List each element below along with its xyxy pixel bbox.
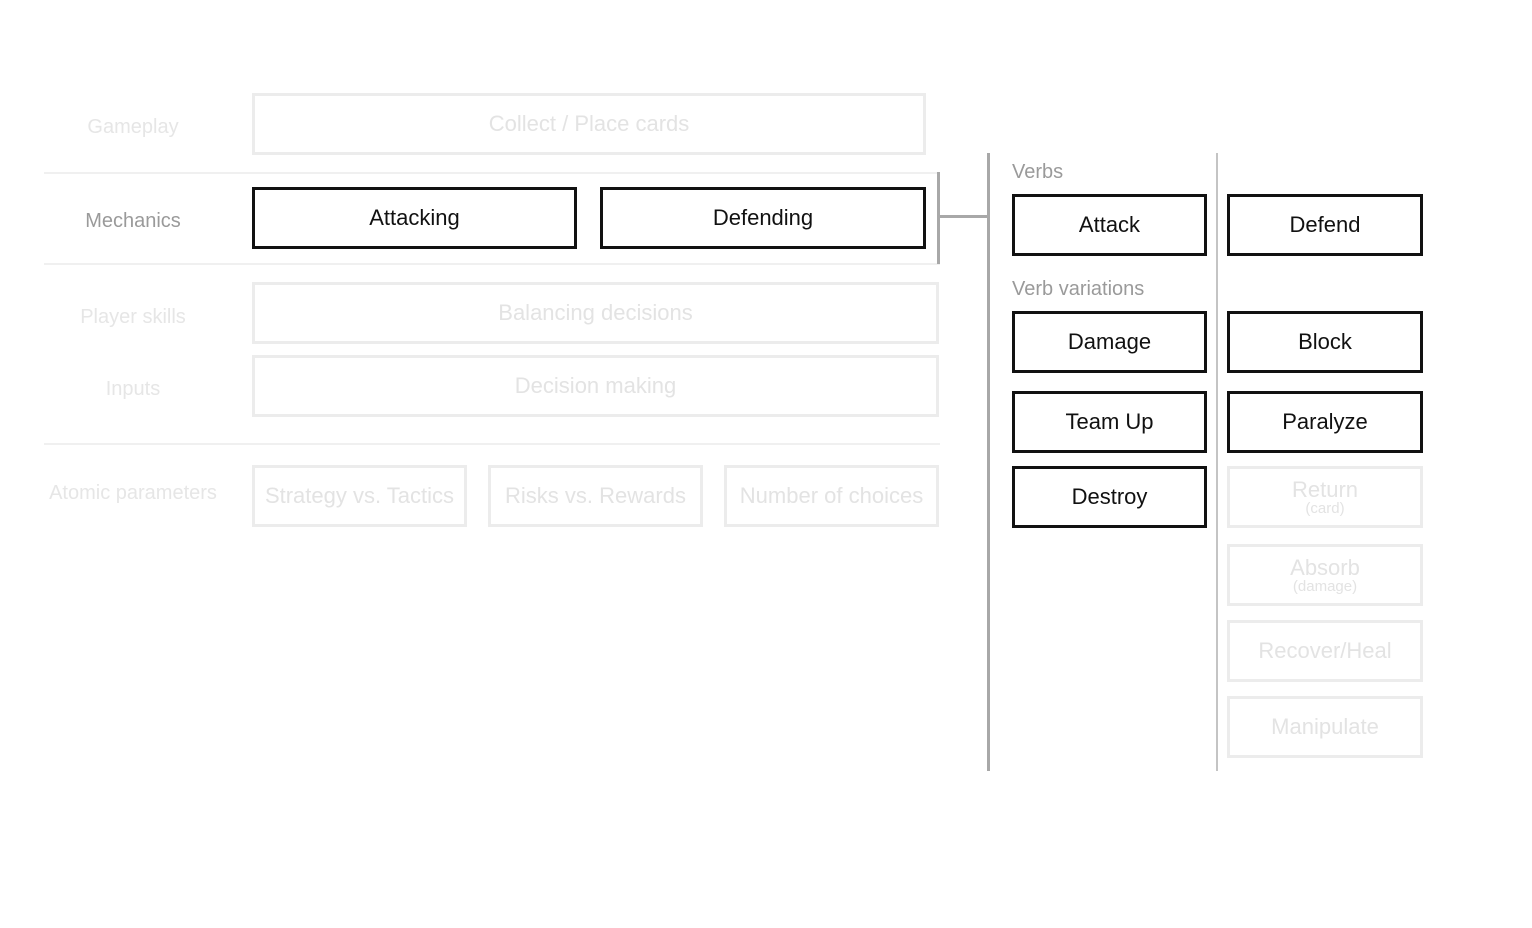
node-sublabel: (damage) (1292, 577, 1358, 595)
node-defending[interactable]: Defending (600, 187, 926, 249)
separator (44, 172, 940, 174)
node-strategy-vs-tactics[interactable]: Strategy vs. Tactics (252, 465, 467, 527)
node-label: Destroy (1071, 484, 1148, 510)
node-risks-vs-rewards[interactable]: Risks vs. Rewards (488, 465, 703, 527)
variation-block[interactable]: Block (1227, 311, 1423, 373)
node-collect-place-cards[interactable]: Collect / Place cards (252, 93, 926, 155)
node-sublabel: (card) (1305, 499, 1345, 517)
node-decision-making[interactable]: Decision making (252, 355, 939, 417)
variation-return[interactable]: Return (card) (1227, 466, 1423, 528)
row-label-mechanics: Mechanics (85, 210, 181, 232)
row-label-atomic-parameters: Atomic parameters (49, 482, 217, 504)
node-label: Block (1298, 329, 1352, 355)
node-label: Team Up (1065, 409, 1154, 435)
separator (44, 443, 940, 445)
variation-paralyze[interactable]: Paralyze (1227, 391, 1423, 453)
node-label: Collect / Place cards (488, 111, 690, 137)
node-label: Strategy vs. Tactics (264, 483, 455, 509)
node-label: Attack (1078, 212, 1141, 238)
connector-line (939, 215, 989, 218)
node-label: Return (1291, 476, 1359, 502)
node-balancing-decisions[interactable]: Balancing decisions (252, 282, 939, 344)
verb-defend[interactable]: Defend (1227, 194, 1423, 256)
node-label: Paralyze (1282, 409, 1368, 435)
row-label-player-skills: Player skills (80, 306, 186, 328)
separator (44, 263, 940, 265)
row-label-inputs: Inputs (105, 378, 161, 400)
variation-destroy[interactable]: Destroy (1012, 466, 1207, 528)
verbs-label: Verbs (1012, 161, 1064, 183)
variation-team-up[interactable]: Team Up (1012, 391, 1207, 453)
bracket-line (937, 172, 940, 264)
node-label: Attacking (369, 205, 460, 231)
row-label-gameplay: Gameplay (87, 116, 179, 138)
node-label: Absorb (1290, 554, 1360, 580)
node-label: Risks vs. Rewards (505, 483, 686, 509)
variation-manipulate[interactable]: Manipulate (1227, 696, 1423, 758)
node-label: Defending (712, 205, 814, 231)
variation-damage[interactable]: Damage (1012, 311, 1207, 373)
node-attacking[interactable]: Attacking (252, 187, 577, 249)
variation-absorb[interactable]: Absorb (damage) (1227, 544, 1423, 606)
node-number-of-choices[interactable]: Number of choices (724, 465, 939, 527)
right-panel-divider (987, 153, 990, 771)
node-label: Damage (1067, 329, 1152, 355)
verb-variations-label: Verb variations (1012, 278, 1145, 300)
column-divider (1216, 153, 1218, 771)
node-label: Defend (1289, 212, 1361, 238)
node-label: Number of choices (739, 483, 924, 509)
node-label: Balancing decisions (498, 300, 693, 326)
verb-attack[interactable]: Attack (1012, 194, 1207, 256)
node-label: Manipulate (1271, 714, 1379, 740)
node-label: Recover/Heal (1258, 638, 1392, 664)
variation-recover-heal[interactable]: Recover/Heal (1227, 620, 1423, 682)
node-label: Decision making (514, 373, 677, 399)
